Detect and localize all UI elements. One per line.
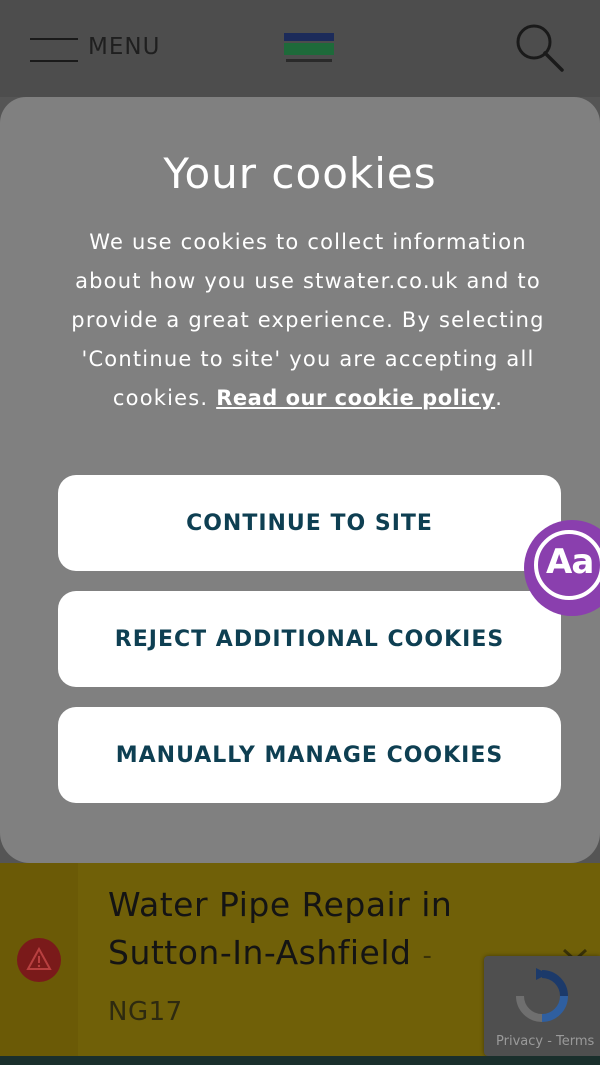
reject-additional-cookies-button[interactable]: REJECT ADDITIONAL COOKIES bbox=[58, 591, 561, 687]
menu-label: MENU bbox=[88, 34, 161, 60]
cookie-dialog-text: We use cookies to collect information ab… bbox=[60, 223, 556, 418]
site-header: MENU bbox=[0, 0, 600, 97]
recaptcha-links[interactable]: Privacy - Terms bbox=[496, 1034, 594, 1049]
menu-button[interactable]: MENU bbox=[30, 30, 160, 64]
manually-manage-cookies-button[interactable]: MANUALLY MANAGE COOKIES bbox=[58, 707, 561, 803]
recaptcha-badge[interactable]: Privacy - Terms bbox=[484, 956, 600, 1056]
hamburger-icon bbox=[30, 32, 78, 62]
alert-postcode: NG17 bbox=[108, 997, 183, 1027]
cookie-consent-dialog: Your cookies We use cookies to collect i… bbox=[0, 97, 600, 863]
continue-to-site-button[interactable]: CONTINUE TO SITE bbox=[58, 475, 561, 571]
warning-icon bbox=[17, 938, 61, 982]
cookie-dialog-body: We use cookies to collect information ab… bbox=[71, 230, 545, 410]
search-icon bbox=[516, 24, 564, 72]
alert-title-text: Water Pipe Repair in Sutton-In-Ashfield bbox=[108, 885, 453, 972]
accessibility-icon: Aa bbox=[546, 542, 594, 582]
recaptcha-icon bbox=[516, 968, 568, 1022]
water-company-logo[interactable] bbox=[284, 33, 334, 65]
alert-separator: - bbox=[422, 941, 433, 971]
alert-title: Water Pipe Repair in Sutton-In-Ashfield … bbox=[108, 881, 488, 980]
cookie-policy-link[interactable]: Read our cookie policy bbox=[216, 386, 495, 410]
search-button[interactable] bbox=[512, 20, 566, 74]
cookie-policy-suffix: . bbox=[495, 386, 504, 410]
cookie-dialog-title: Your cookies bbox=[163, 149, 437, 198]
footer-strip bbox=[0, 1056, 600, 1065]
